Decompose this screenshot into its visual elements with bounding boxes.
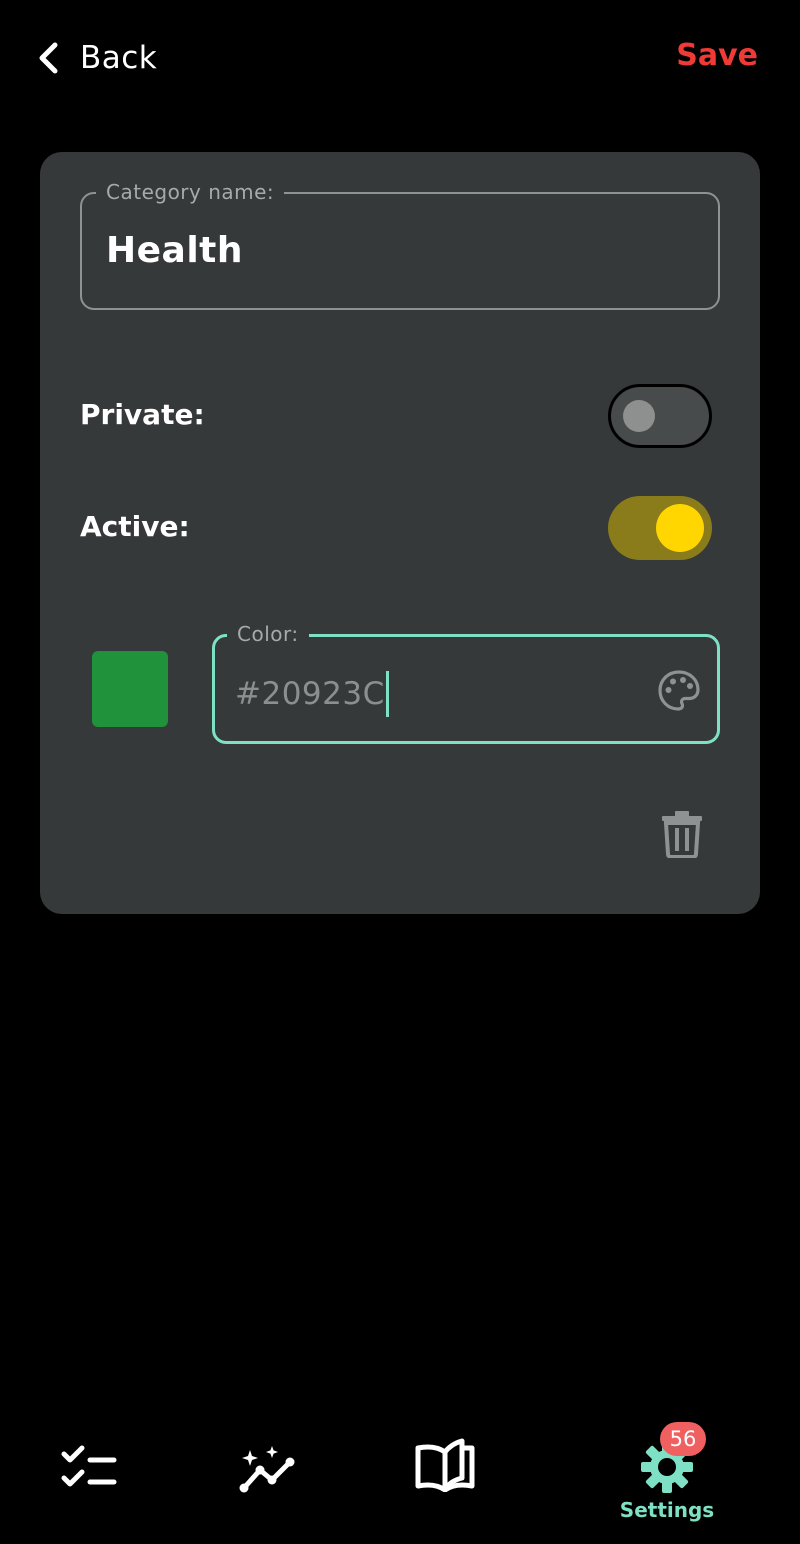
open-book-icon[interactable] xyxy=(414,1438,476,1492)
private-label: Private: xyxy=(80,398,205,431)
category-name-value: Health xyxy=(106,230,244,271)
private-toggle[interactable] xyxy=(608,384,712,448)
color-field[interactable]: Color: #20923C xyxy=(212,622,720,744)
text-caret xyxy=(385,671,389,717)
back-label: Back xyxy=(80,40,158,76)
notification-badge: 56 xyxy=(660,1422,706,1456)
save-button[interactable]: Save xyxy=(676,38,758,73)
palette-icon[interactable] xyxy=(657,669,701,713)
private-toggle-knob xyxy=(623,400,655,432)
category-name-label: Category name: xyxy=(96,180,285,204)
nav-settings-label: Settings xyxy=(619,1498,715,1522)
color-input[interactable]: #20923C xyxy=(235,671,389,717)
color-field-label: Color: xyxy=(227,622,309,646)
back-button[interactable]: Back xyxy=(36,34,157,82)
category-edit-card: Category name: Health Private: Active: C… xyxy=(40,152,760,914)
active-label: Active: xyxy=(80,510,190,543)
active-toggle[interactable] xyxy=(608,496,712,560)
active-toggle-knob xyxy=(656,504,704,552)
category-name-field[interactable]: Category name: Health xyxy=(80,180,720,310)
nav-settings[interactable]: 56 Settings xyxy=(610,1422,724,1534)
bottom-nav: 56 Settings xyxy=(0,1404,800,1544)
checklist-icon[interactable] xyxy=(60,1444,118,1492)
color-swatch[interactable] xyxy=(92,651,168,727)
trash-icon[interactable] xyxy=(660,810,704,858)
chevron-left-icon xyxy=(39,42,58,74)
color-value-text: #20923C xyxy=(235,676,385,712)
trend-sparkle-icon[interactable] xyxy=(236,1444,298,1496)
